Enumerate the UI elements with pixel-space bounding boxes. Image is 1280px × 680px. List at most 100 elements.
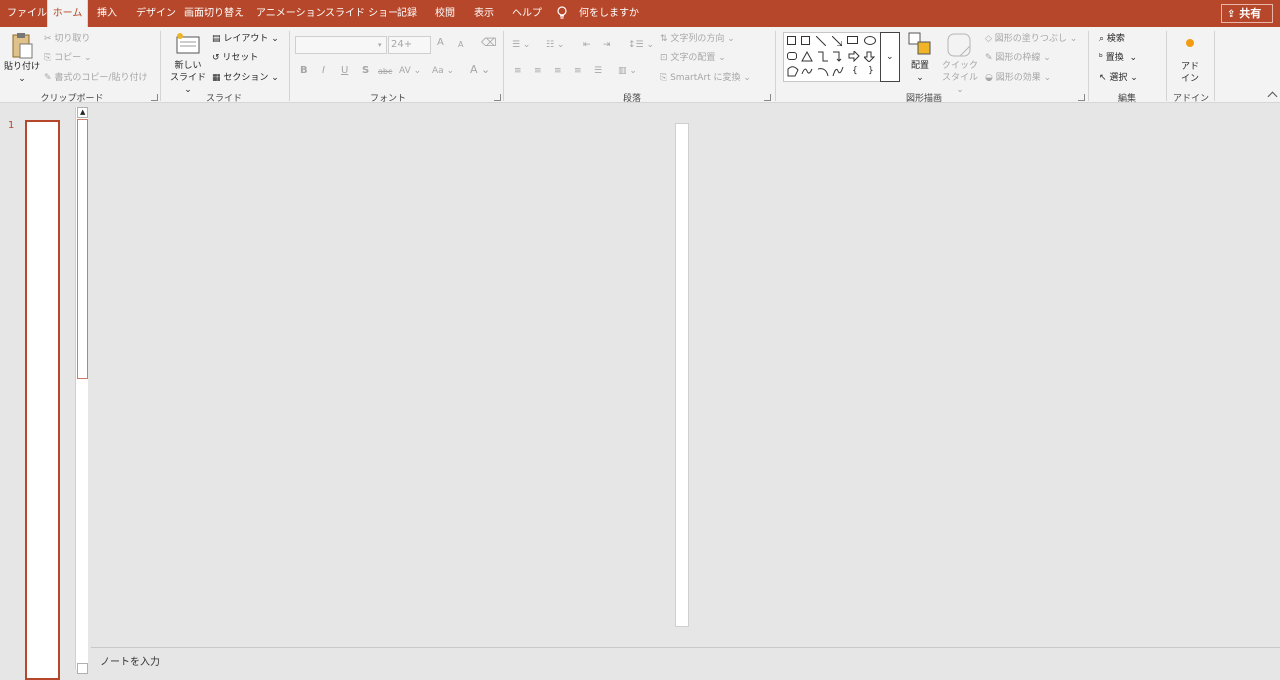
shape-outline-button[interactable]: ✎ 図形の枠線 ⌄	[985, 52, 1051, 64]
find-button[interactable]: ⌕ 検索	[1099, 33, 1125, 45]
bullets-icon[interactable]: ☰ ⌄	[512, 39, 530, 51]
left-brace-shape-icon[interactable]: {	[852, 65, 858, 77]
drawing-launcher-icon[interactable]	[1078, 94, 1085, 101]
addins-icon[interactable]	[1186, 39, 1194, 47]
clear-format-icon[interactable]: ⌫	[481, 37, 497, 49]
chevron-down-icon: ⌄	[18, 74, 26, 84]
quick-styles-icon[interactable]	[946, 32, 974, 60]
font-launcher-icon[interactable]	[494, 94, 501, 101]
down-arrow-shape-icon[interactable]	[864, 51, 876, 62]
tab-design[interactable]: デザイン	[136, 0, 176, 27]
distribute-icon[interactable]: ☰	[594, 65, 602, 77]
slide-thumbnail[interactable]	[25, 120, 60, 680]
addins-button[interactable]: アド イン	[1174, 61, 1206, 85]
share-button[interactable]: ⇪ 共有	[1221, 4, 1273, 23]
tab-view[interactable]: 表示	[474, 0, 494, 27]
freeform-shape-icon[interactable]	[787, 66, 799, 77]
scrollbar-thumb[interactable]	[77, 119, 88, 379]
copy-button[interactable]: ⎘ コピー ⌄	[44, 52, 91, 64]
shapes-more-button[interactable]: ⌄	[880, 32, 900, 82]
align-text-button[interactable]: ⊡ 文字の配置 ⌄	[660, 52, 726, 64]
shrink-font-button[interactable]: A	[458, 39, 463, 51]
replace-button[interactable]: ᵇ 置換 ⌄	[1099, 52, 1137, 64]
line-shape-icon[interactable]	[816, 36, 826, 46]
align-center-icon[interactable]: ≡	[534, 65, 542, 77]
shape-effects-button[interactable]: ◒ 図形の効果 ⌄	[985, 72, 1051, 84]
new-slide-icon[interactable]	[175, 31, 201, 55]
section-button[interactable]: ▦ セクション ⌄	[212, 72, 279, 84]
font-name-input[interactable]	[295, 36, 387, 54]
shape-fill-button[interactable]: ◇ 図形の塗りつぶし ⌄	[985, 33, 1077, 45]
chevron-up-icon: ▲	[80, 108, 86, 116]
select-button[interactable]: ↖ 選択 ⌄	[1099, 72, 1138, 84]
arrange-icon[interactable]	[908, 32, 932, 56]
tab-review[interactable]: 校閲	[435, 0, 455, 27]
tell-me-search[interactable]: 何をしますか	[579, 0, 639, 27]
divider	[289, 31, 290, 101]
right-brace-shape-icon[interactable]: }	[868, 65, 874, 77]
reset-button[interactable]: ↺ リセット	[212, 52, 258, 64]
scribble-shape-icon[interactable]	[801, 66, 813, 77]
arc-shape-icon[interactable]	[817, 66, 829, 77]
lightbulb-icon[interactable]	[556, 6, 568, 21]
numbering-icon[interactable]: ☷ ⌄	[546, 39, 564, 51]
curve-shape-icon[interactable]	[832, 66, 844, 77]
scroll-up-button[interactable]: ▲	[77, 107, 88, 118]
triangle-shape-icon[interactable]	[801, 51, 813, 62]
oval-shape-icon[interactable]	[864, 36, 876, 45]
tab-insert[interactable]: 挿入	[97, 0, 117, 27]
arrow-shape-icon[interactable]	[832, 36, 842, 46]
layout-button[interactable]: ▤ レイアウト ⌄	[212, 33, 279, 45]
bold-button[interactable]: B	[300, 65, 308, 77]
rectangle-shape-icon[interactable]	[847, 36, 858, 44]
font-color-button[interactable]: A ⌄	[470, 64, 490, 76]
underline-button[interactable]: U	[341, 65, 348, 77]
paragraph-launcher-icon[interactable]	[764, 94, 771, 101]
columns-icon[interactable]: ▥ ⌄	[618, 65, 637, 77]
tab-file[interactable]: ファイル	[7, 0, 47, 27]
shapes-gallery[interactable]: { }	[783, 32, 881, 82]
right-arrow-shape-icon[interactable]	[848, 51, 860, 62]
chevron-down-icon[interactable]: ▾	[378, 39, 382, 51]
align-right-icon[interactable]: ≡	[554, 65, 562, 77]
tab-transitions[interactable]: 画面切り替え	[184, 0, 244, 27]
thumbnail-scrollbar[interactable]: ▲	[75, 107, 88, 674]
tab-record[interactable]: 記録	[397, 0, 417, 27]
smartart-button[interactable]: ⎘ SmartArt に変換 ⌄	[660, 72, 751, 84]
decrease-indent-icon[interactable]: ⇤	[583, 39, 591, 51]
slide-canvas[interactable]	[675, 123, 689, 627]
align-left-icon[interactable]: ≡	[514, 65, 522, 77]
change-case-button[interactable]: Aa ⌄	[432, 65, 454, 77]
tab-animations[interactable]: アニメーション	[256, 0, 326, 27]
strikethrough-button[interactable]: abc	[378, 66, 392, 78]
text-direction-button[interactable]: ⇅ 文字列の方向 ⌄	[660, 33, 735, 45]
increase-indent-icon[interactable]: ⇥	[603, 39, 611, 51]
vertical-textbox-shape-icon[interactable]	[801, 36, 810, 45]
paste-button[interactable]: 貼り付け ⌄	[3, 61, 41, 85]
pen-icon: ✎	[985, 53, 996, 63]
tab-slideshow[interactable]: スライド ショー	[325, 0, 398, 27]
grow-font-button[interactable]: A	[437, 37, 444, 49]
notes-pane[interactable]: ノートを入力	[91, 647, 1280, 669]
format-painter-label: 書式のコピー/貼り付け	[54, 73, 148, 83]
clipboard-launcher-icon[interactable]	[151, 94, 158, 101]
tab-home[interactable]: ホーム	[47, 0, 88, 27]
cut-button[interactable]: ✂ 切り取り	[44, 33, 90, 45]
paste-label: 貼り付け	[3, 62, 40, 72]
textbox-shape-icon[interactable]	[787, 36, 796, 45]
format-painter-button[interactable]: ✎ 書式のコピー/貼り付け	[44, 72, 147, 84]
line-spacing-icon[interactable]: ↕☰ ⌄	[628, 39, 654, 51]
tab-help[interactable]: ヘルプ	[512, 0, 542, 27]
group-label-slides: スライド	[205, 94, 242, 104]
paste-icon[interactable]	[10, 32, 34, 60]
arrange-button[interactable]: 配置 ⌄	[903, 60, 937, 84]
justify-icon[interactable]: ≡	[574, 65, 582, 77]
font-size-input[interactable]: 24+	[388, 36, 431, 54]
shadow-button[interactable]: S	[362, 65, 369, 77]
char-spacing-button[interactable]: AV ⌄	[399, 65, 421, 77]
rounded-rect-shape-icon[interactable]	[787, 52, 797, 60]
elbow-connector-shape-icon[interactable]	[817, 51, 829, 62]
char-spacing-label: AV	[399, 66, 411, 76]
italic-button[interactable]: I	[322, 65, 325, 77]
elbow-arrow-shape-icon[interactable]	[832, 51, 844, 62]
